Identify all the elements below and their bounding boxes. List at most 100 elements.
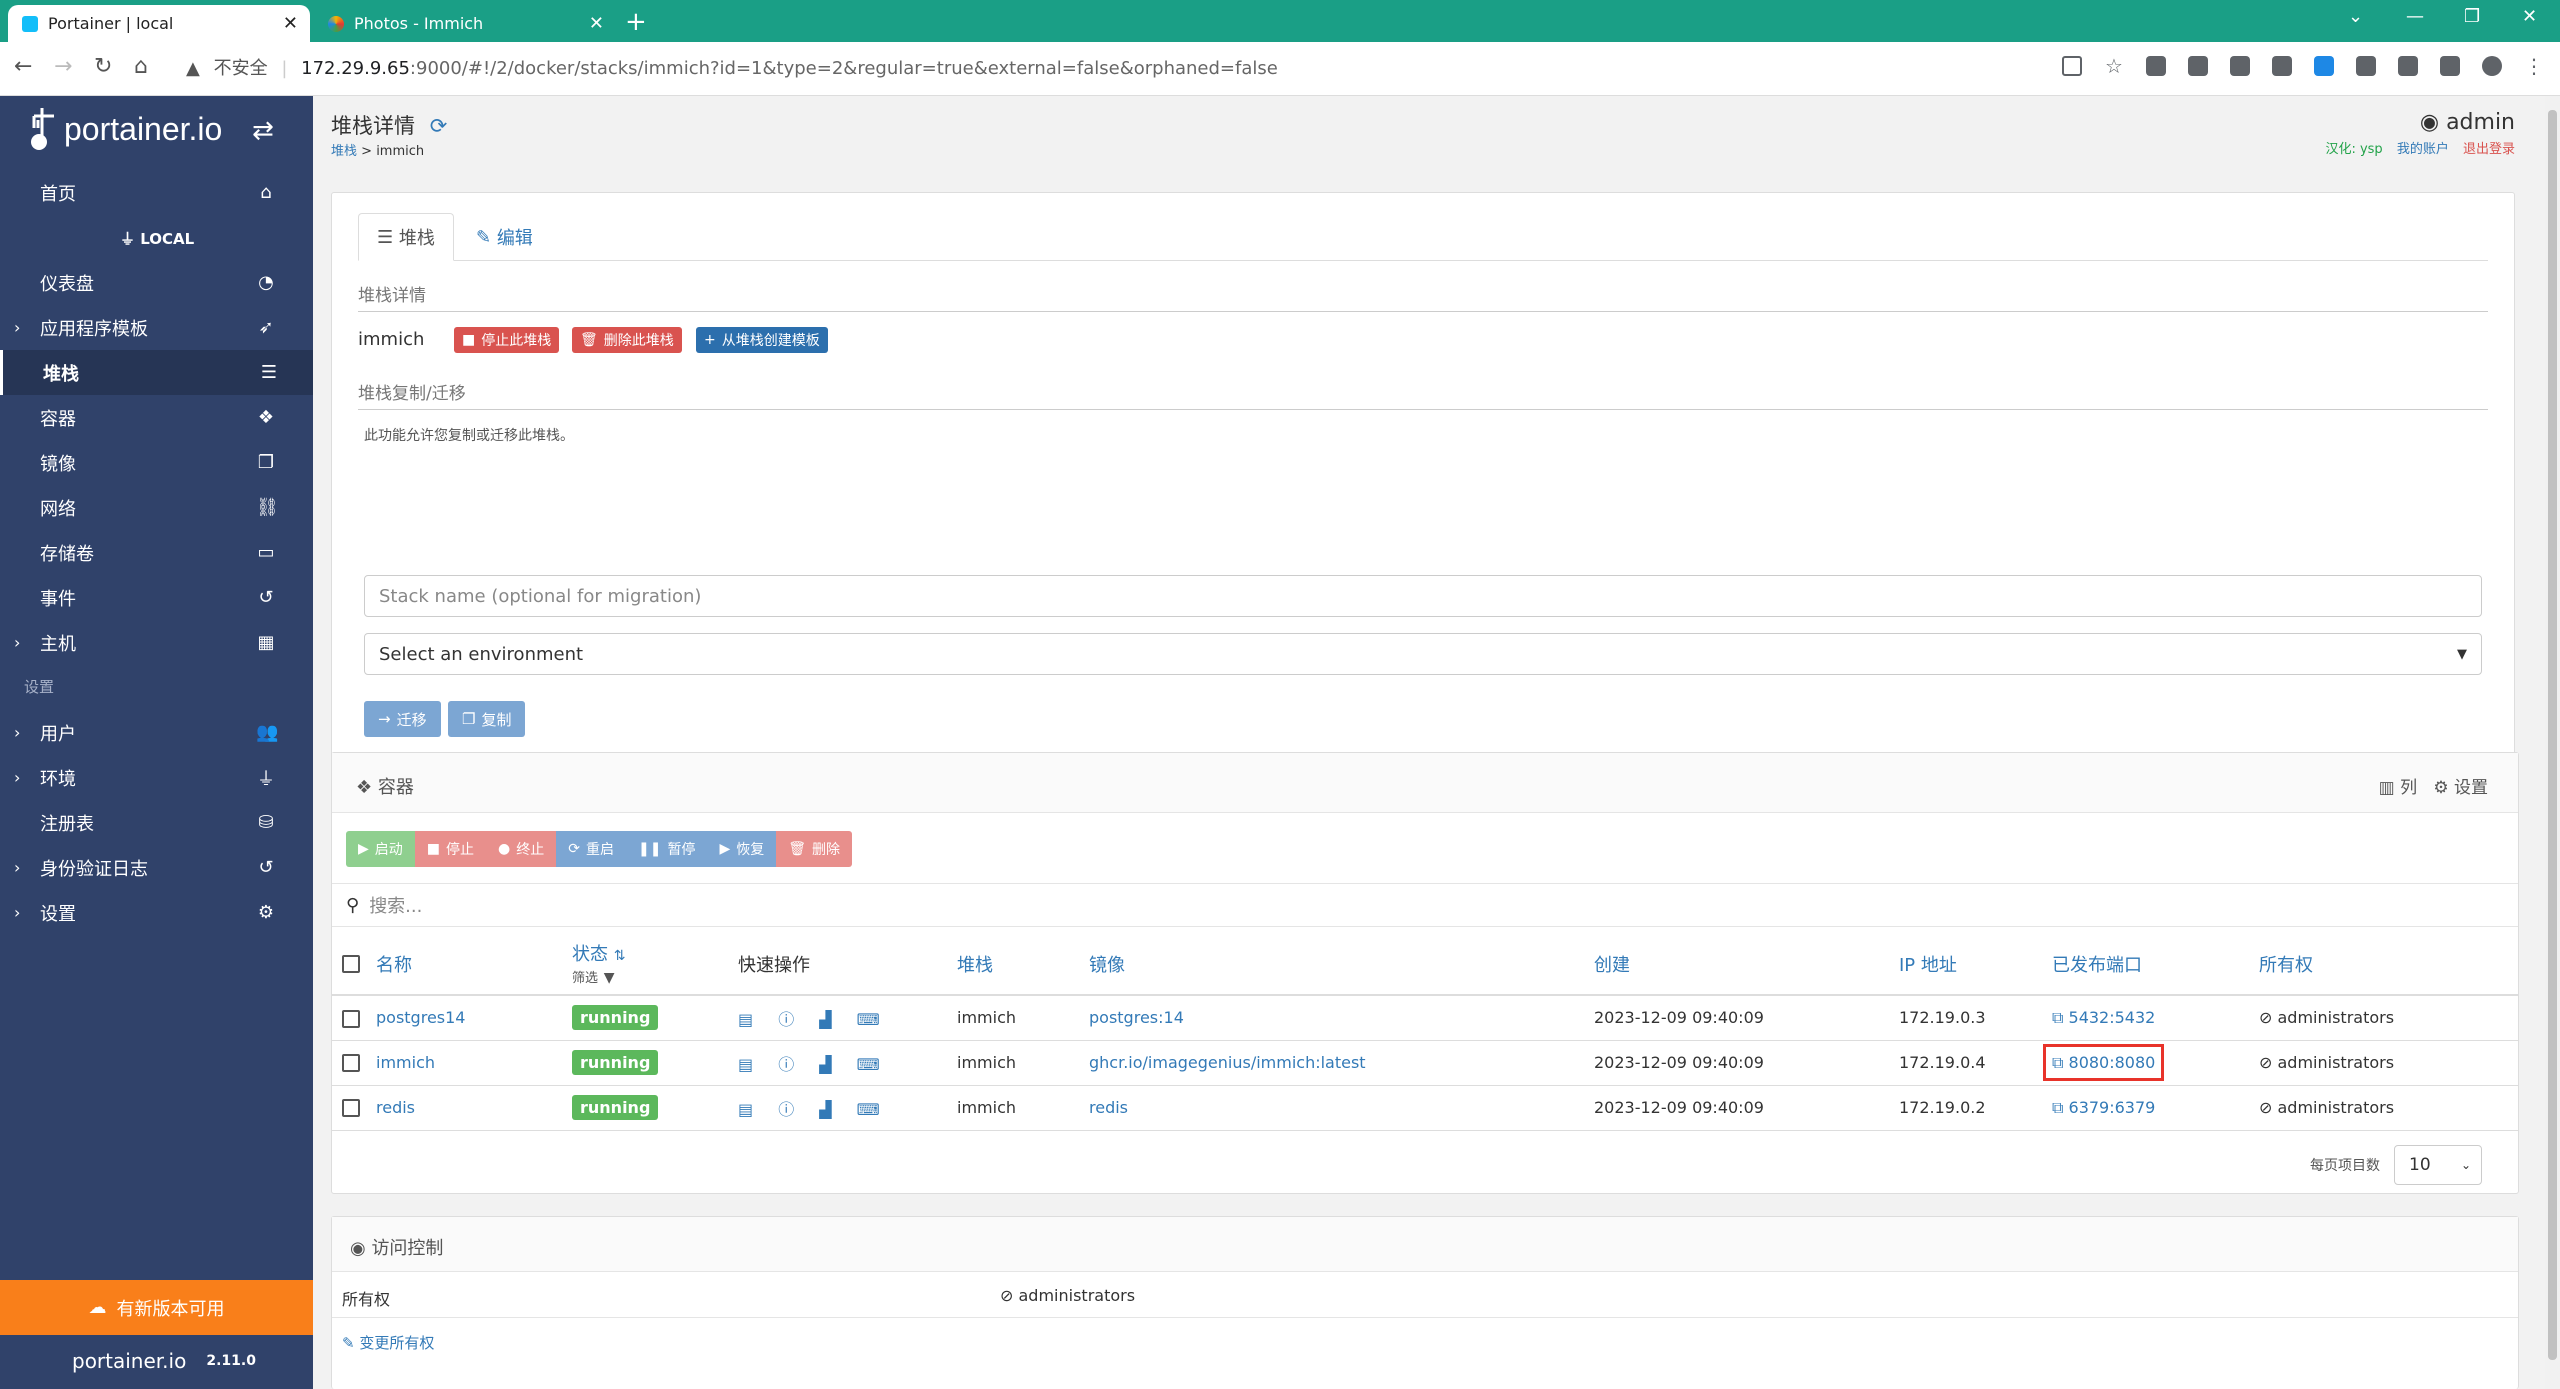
- tab-stack[interactable]: ☰ 堆栈: [358, 213, 454, 261]
- restore-icon[interactable]: ❐: [2464, 6, 2480, 27]
- sidebar-item-users[interactable]: › 用户 👥: [0, 710, 313, 755]
- select-all-checkbox[interactable]: [342, 955, 360, 973]
- my-account-link[interactable]: 我的账户: [2397, 142, 2449, 157]
- forward-icon[interactable]: →: [54, 54, 72, 79]
- refresh-icon[interactable]: ⟳: [430, 114, 448, 138]
- start-button[interactable]: ▶ 启动: [346, 831, 415, 867]
- user-menu[interactable]: ◉ admin: [2420, 110, 2515, 135]
- close-tab-icon[interactable]: ✕: [283, 13, 298, 34]
- resume-button[interactable]: ▶ 恢复: [707, 831, 777, 867]
- breadcrumb-stacks-link[interactable]: 堆栈: [331, 144, 357, 159]
- extensions-puzzle-icon[interactable]: [2398, 56, 2418, 76]
- sidebar-item-volumes[interactable]: 存储卷 ▭: [0, 530, 313, 575]
- container-name-link[interactable]: immich: [376, 1053, 435, 1072]
- stack-name-input[interactable]: Stack name (optional for migration): [364, 575, 2482, 617]
- per-page-select[interactable]: 10 ⌄: [2394, 1145, 2482, 1185]
- columns-menu[interactable]: 列: [2400, 778, 2417, 798]
- container-name-link[interactable]: redis: [376, 1098, 415, 1117]
- col-name[interactable]: 名称: [376, 933, 572, 996]
- quick-actions[interactable]: ▤ ⓘ ▟ ⌨: [738, 1055, 890, 1074]
- sidebar-item-stacks[interactable]: 堆栈 ☰: [0, 350, 313, 395]
- columns-icon[interactable]: ▥: [2379, 778, 2400, 798]
- col-ports[interactable]: 已发布端口: [2052, 933, 2259, 996]
- extension-5-icon[interactable]: [2314, 56, 2334, 76]
- image-link[interactable]: redis: [1089, 1098, 1128, 1117]
- container-search[interactable]: ⚲ 搜索...: [332, 883, 2518, 927]
- back-icon[interactable]: ←: [14, 54, 32, 79]
- col-ownership[interactable]: 所有权: [2259, 933, 2518, 996]
- kill-button[interactable]: ● 终止: [486, 831, 557, 867]
- delete-stack-button[interactable]: 🗑 删除此堆栈: [572, 327, 682, 353]
- stop-button[interactable]: ■ 停止: [414, 831, 487, 867]
- restart-button[interactable]: ⟳ 重启: [556, 831, 626, 867]
- col-state[interactable]: 状态 ⇅ 筛选 ▼: [572, 933, 738, 996]
- row-checkbox[interactable]: [342, 1009, 360, 1028]
- sidebar-item-host[interactable]: › 主机 ▦: [0, 620, 313, 665]
- browser-tab-immich[interactable]: Photos - Immich ✕: [314, 5, 616, 42]
- url-field[interactable]: ▲ 不安全 | 172.29.9.65:9000/#!/2/docker/sta…: [186, 54, 1278, 80]
- extension-6-icon[interactable]: [2356, 56, 2376, 76]
- sidebar-item-networks[interactable]: 网络 ⛓: [0, 485, 313, 530]
- minimize-icon[interactable]: —: [2406, 6, 2424, 27]
- close-window-icon[interactable]: ✕: [2522, 6, 2537, 27]
- copy-button[interactable]: ❐ 复制: [448, 701, 526, 737]
- share-icon[interactable]: [2062, 56, 2082, 76]
- published-port-link[interactable]: ⧉ 5432:5432: [2052, 1008, 2155, 1027]
- sidebar-item-home[interactable]: 首页 ⌂: [0, 170, 313, 215]
- environment-select[interactable]: Select an environment ▼: [364, 633, 2482, 675]
- stop-stack-button[interactable]: ■ 停止此堆栈: [454, 327, 560, 353]
- cog-icon[interactable]: ⚙: [2433, 778, 2454, 798]
- row-checkbox[interactable]: [342, 1099, 360, 1118]
- sidebar-item-events[interactable]: 事件 ↺: [0, 575, 313, 620]
- new-tab-icon[interactable]: +: [625, 7, 647, 37]
- page-scrollbar[interactable]: [2545, 96, 2560, 1389]
- profile-icon[interactable]: [2482, 56, 2502, 76]
- extension-4-icon[interactable]: [2272, 56, 2292, 76]
- tab-editor[interactable]: ✎ 编辑: [458, 213, 551, 261]
- row-checkbox[interactable]: [342, 1054, 360, 1073]
- sidebar-item-containers[interactable]: 容器 ❖: [0, 395, 313, 440]
- close-tab-icon[interactable]: ✕: [589, 13, 604, 34]
- quick-actions[interactable]: ▤ ⓘ ▟ ⌨: [738, 1100, 890, 1119]
- update-available-banner[interactable]: ☁ 有新版本可用: [0, 1280, 313, 1335]
- image-link[interactable]: ghcr.io/imagegenius/immich:latest: [1089, 1053, 1366, 1072]
- published-port-link[interactable]: ⧉ 6379:6379: [2052, 1098, 2155, 1117]
- bookmark-star-icon[interactable]: ☆: [2104, 56, 2124, 76]
- create-template-button[interactable]: + 从堆栈创建模板: [696, 327, 828, 353]
- extension-2-icon[interactable]: [2188, 56, 2208, 76]
- sidebar-item-registries[interactable]: 注册表 ⛁: [0, 800, 313, 845]
- sidebar-item-app-templates[interactable]: › 应用程序模板 ➶: [0, 305, 313, 350]
- browser-tab-portainer[interactable]: Portainer | local ✕: [8, 5, 310, 42]
- logout-link[interactable]: 退出登录: [2463, 142, 2515, 157]
- col-stack[interactable]: 堆栈: [957, 933, 1089, 996]
- change-ownership-link[interactable]: ✎ 变更所有权: [342, 1332, 434, 1353]
- sidebar-item-images[interactable]: 镜像 ❐: [0, 440, 313, 485]
- switch-environment-icon[interactable]: ⇄: [252, 116, 274, 146]
- state-filter[interactable]: 筛选: [572, 971, 598, 986]
- sidepanel-icon[interactable]: [2440, 56, 2460, 76]
- image-link[interactable]: postgres:14: [1089, 1008, 1184, 1027]
- reload-icon[interactable]: ↻: [94, 54, 112, 79]
- migrate-button[interactable]: → 迁移: [364, 701, 441, 737]
- scrollbar-thumb[interactable]: [2548, 110, 2557, 1360]
- remove-button[interactable]: 🗑 删除: [776, 831, 852, 867]
- menu-icon[interactable]: ⋮: [2524, 56, 2544, 76]
- published-port-link-highlighted[interactable]: ⧉ 8080:8080: [2042, 1043, 2165, 1081]
- portainer-logo[interactable]: portainer.io: [28, 106, 222, 152]
- col-created[interactable]: 创建: [1594, 933, 1899, 996]
- container-name-link[interactable]: postgres14: [376, 1008, 465, 1027]
- extension-1-icon[interactable]: [2146, 56, 2166, 76]
- sidebar-item-settings[interactable]: › 设置 ⚙: [0, 890, 313, 935]
- home-icon[interactable]: ⌂: [134, 54, 148, 79]
- pause-button[interactable]: ❚❚ 暂停: [625, 831, 708, 867]
- col-image[interactable]: 镜像: [1089, 933, 1594, 996]
- sidebar-item-dashboard[interactable]: 仪表盘 ◔: [0, 260, 313, 305]
- col-ip[interactable]: IP 地址: [1899, 933, 2052, 996]
- extension-3-icon[interactable]: [2230, 56, 2250, 76]
- tab-search-icon[interactable]: ⌄: [2348, 6, 2363, 27]
- sidebar-item-environments[interactable]: › 环境 ⏚: [0, 755, 313, 800]
- sidebar-item-auth-logs[interactable]: › 身份验证日志 ↺: [0, 845, 313, 890]
- quick-actions[interactable]: ▤ ⓘ ▟ ⌨: [738, 1010, 890, 1029]
- translate-credit-link[interactable]: 汉化: ysp: [2325, 142, 2382, 157]
- filter-icon[interactable]: ▼: [604, 970, 615, 986]
